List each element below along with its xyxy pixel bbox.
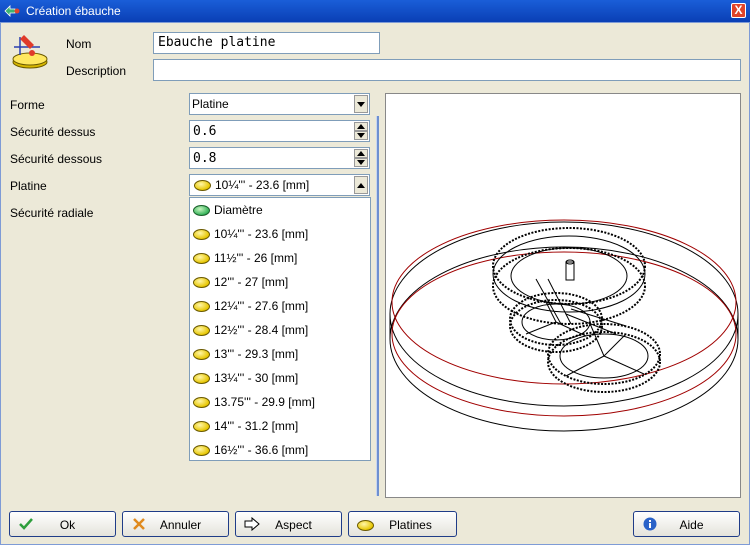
title-bar: Création ébauche X [0, 0, 750, 22]
yellow-disc-icon [193, 445, 210, 457]
ebauche-icon [12, 35, 48, 69]
platine-dropdown-button[interactable] [354, 176, 368, 194]
platine-select[interactable]: 10¼''' - 23.6 [mm] [189, 174, 370, 196]
yellow-disc-icon [193, 277, 210, 289]
yellow-disc-icon [193, 397, 210, 409]
app-icon [4, 5, 20, 17]
yellow-disc-icon [193, 301, 210, 313]
list-item[interactable]: 14''' - 31.2 [mm] [193, 415, 367, 437]
list-item[interactable]: 10¼''' - 23.6 [mm] [193, 223, 367, 245]
list-item[interactable]: 12½''' - 28.4 [mm] [193, 319, 367, 341]
platine-outline-top [389, 221, 739, 407]
securite-radiale-label: Sécurité radiale [10, 206, 94, 220]
yellow-disc-icon [193, 325, 210, 337]
list-item[interactable]: 13¼''' - 30 [mm] [193, 367, 367, 389]
securite-dessous-label: Sécurité dessous [10, 152, 103, 166]
list-item[interactable]: Diamètre [193, 199, 367, 221]
yellow-disc-icon [193, 421, 210, 433]
description-label: Description [66, 64, 127, 78]
securite-dessus-decrement[interactable] [354, 131, 368, 140]
securite-dessus-label: Sécurité dessus [10, 125, 96, 139]
aide-button[interactable]: Aide [633, 511, 740, 537]
securite-dessus-stepper[interactable]: 0.6 [189, 120, 370, 142]
yellow-disc-icon [193, 253, 210, 265]
platine-outline-bottom [389, 246, 739, 432]
list-item[interactable]: 12¼''' - 27.6 [mm] [193, 295, 367, 317]
description-input[interactable] [153, 59, 741, 81]
list-item[interactable]: 12''' - 27 [mm] [193, 271, 367, 293]
chevron-down-icon [357, 102, 365, 107]
green-disc-icon [193, 205, 210, 217]
platine-value: 10¼''' - 23.6 [mm] [215, 178, 310, 192]
window-title: Création ébauche [26, 4, 121, 18]
securite-dessous-stepper[interactable]: 0.8 [189, 147, 370, 169]
platine-label: Platine [10, 179, 47, 193]
list-item[interactable]: 11½''' - 26 [mm] [193, 247, 367, 269]
annuler-button[interactable]: Annuler [122, 511, 229, 537]
yellow-disc-icon [194, 180, 211, 192]
aspect-button[interactable]: Aspect [235, 511, 342, 537]
yellow-disc-icon [193, 349, 210, 361]
list-item[interactable]: 16½''' - 36.6 [mm] [193, 439, 367, 461]
securite-dessus-value: 0.6 [193, 124, 217, 139]
movement-wireframe [389, 219, 739, 432]
forme-dropdown-button[interactable] [354, 95, 368, 113]
securite-dessous-increment[interactable] [354, 149, 368, 158]
yellow-disc-icon [193, 229, 210, 241]
securite-ring-top [391, 219, 737, 385]
nom-label: Nom [66, 37, 92, 51]
ok-button[interactable]: Ok [9, 511, 116, 537]
securite-dessus-increment[interactable] [354, 122, 368, 131]
forme-label: Forme [10, 98, 45, 112]
securite-dessous-value: 0.8 [193, 151, 217, 166]
platine-dropdown-list: Diamètre 10¼''' - 23.6 [mm] 11½''' - 26 … [189, 197, 371, 461]
preview-viewport[interactable] [385, 93, 741, 498]
close-button[interactable]: X [731, 3, 746, 18]
arrow-up-icon [357, 124, 365, 129]
arrow-down-icon [357, 160, 365, 165]
list-item[interactable]: 13''' - 29.3 [mm] [193, 343, 367, 365]
securite-dessous-decrement[interactable] [354, 158, 368, 167]
forme-value: Platine [192, 97, 229, 111]
chevron-up-icon [357, 183, 365, 188]
list-item[interactable]: 13.75''' - 29.9 [mm] [193, 391, 367, 413]
nom-input[interactable]: Ebauche platine [153, 32, 380, 54]
arrow-down-icon [357, 133, 365, 138]
platines-button[interactable]: Platines [348, 511, 457, 537]
forme-select[interactable]: Platine [189, 93, 370, 115]
arrow-up-icon [357, 151, 365, 156]
yellow-disc-icon [193, 373, 210, 385]
panel-splitter[interactable] [376, 116, 379, 496]
